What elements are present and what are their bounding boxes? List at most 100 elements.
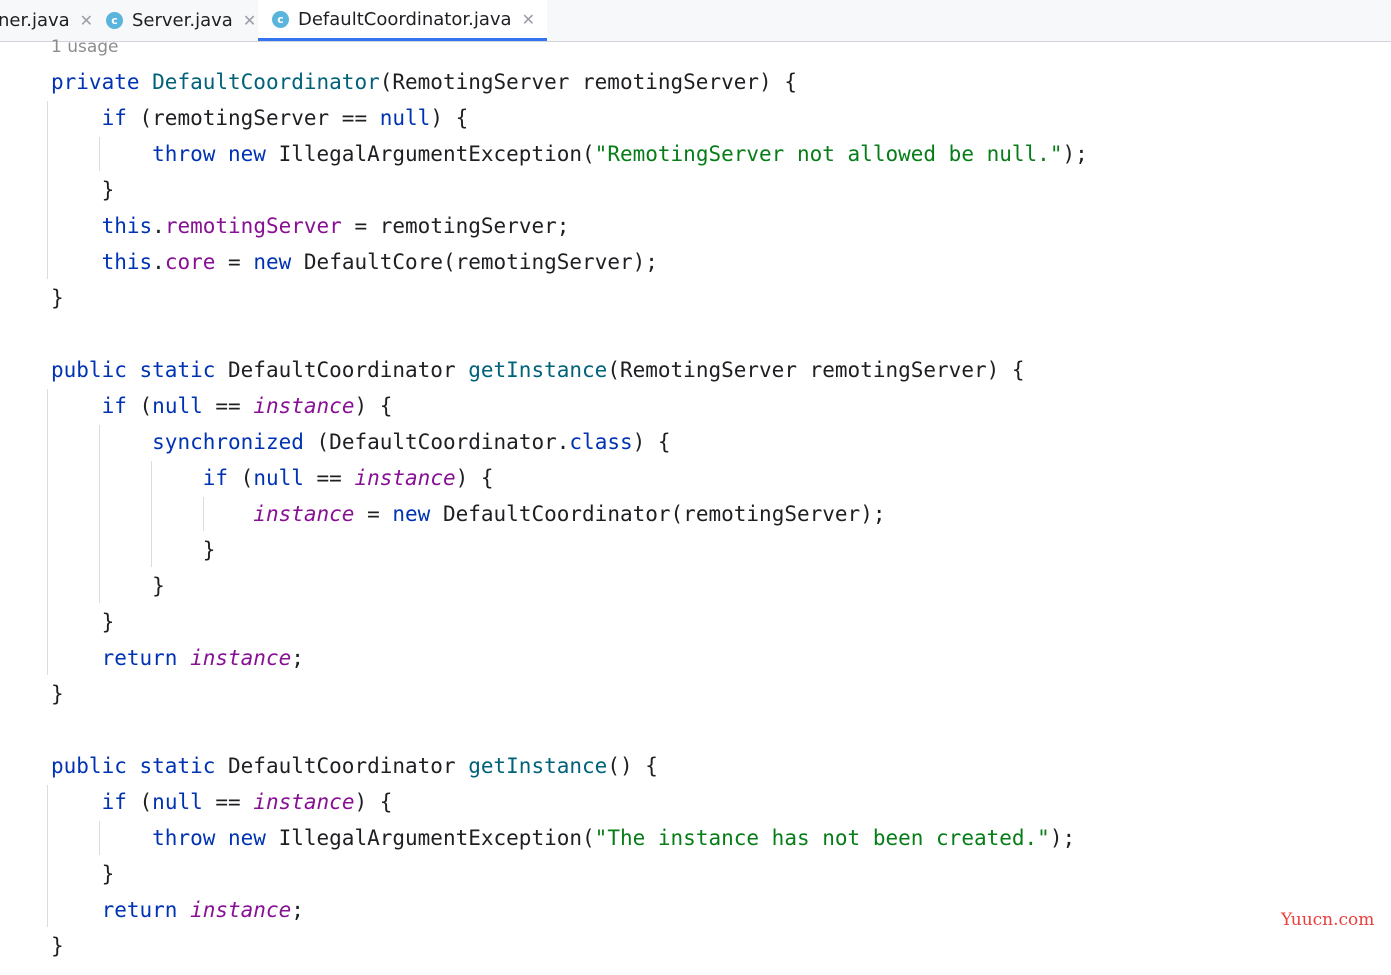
code-token: DefaultCoordinator(remotingServer); — [442, 502, 886, 526]
code-token: instance — [253, 790, 355, 814]
code-token: private — [51, 70, 153, 94]
code-token: ) { — [354, 790, 393, 814]
class-c-icon: c — [272, 10, 289, 28]
code-token: ) { — [430, 106, 469, 130]
code-line[interactable]: } — [51, 604, 115, 640]
code-line[interactable]: if (null == instance) { — [51, 388, 393, 424]
close-icon[interactable]: ✕ — [522, 10, 535, 29]
close-icon[interactable]: ✕ — [243, 11, 256, 30]
code-line[interactable]: return instance; — [51, 640, 304, 676]
code-token: DefaultCoordinator — [152, 70, 380, 94]
indent-guide — [47, 101, 48, 279]
code-line[interactable]: } — [51, 676, 64, 712]
code-token: . — [152, 214, 165, 238]
code-line[interactable]: } — [51, 928, 64, 964]
code-token: core — [164, 250, 216, 274]
code-token: ); — [1049, 826, 1076, 850]
code-token: null — [379, 106, 431, 130]
code-line[interactable]: this.core = new DefaultCore(remotingServ… — [51, 244, 658, 280]
tab-defaultcoordinator-java[interactable]: c DefaultCoordinator.java ✕ — [258, 0, 547, 41]
editor-tab-bar: ner.java ✕ c Server.java ✕ c DefaultCoor… — [0, 0, 1391, 42]
code-token: ) { — [354, 394, 393, 418]
code-line[interactable]: instance = new DefaultCoordinator(remoti… — [51, 496, 885, 532]
code-token: new — [253, 250, 304, 274]
code-token: if — [101, 790, 140, 814]
code-line[interactable]: synchronized (DefaultCoordinator.class) … — [51, 424, 671, 460]
code-token: } — [51, 934, 64, 958]
tab-label: ner.java — [0, 10, 70, 31]
code-token: ( — [240, 466, 254, 490]
class-c-icon: c — [106, 12, 123, 29]
code-token: throw new — [152, 826, 279, 850]
code-token: getInstance — [468, 358, 608, 382]
code-line[interactable]: throw new IllegalArgumentException("The … — [51, 820, 1075, 856]
code-token: ( — [139, 394, 153, 418]
code-token: } — [51, 610, 115, 634]
code-line[interactable]: if (remotingServer == null) { — [51, 100, 469, 136]
code-line[interactable]: if (null == instance) { — [51, 460, 494, 496]
code-token: DefaultCoordinator — [228, 358, 469, 382]
tab-label: Server.java — [132, 10, 233, 31]
code-token: (remotingServer == — [139, 106, 380, 130]
code-token: "RemotingServer not allowed be null." — [594, 142, 1063, 166]
code-token: return — [101, 646, 191, 670]
code-token: } — [51, 574, 165, 598]
code-line[interactable]: private DefaultCoordinator(RemotingServe… — [51, 64, 797, 100]
code-token: null — [152, 394, 203, 418]
code-token: class — [569, 430, 633, 454]
code-line[interactable]: if (null == instance) { — [51, 784, 393, 820]
code-token: instance — [253, 502, 355, 526]
code-token: remotingServer — [164, 214, 342, 238]
code-editor[interactable]: 1 usage private DefaultCoordinator(Remot… — [0, 37, 1391, 975]
code-token: } — [51, 862, 115, 886]
code-token: . — [152, 250, 165, 274]
tab-server-java[interactable]: c Server.java ✕ — [106, 0, 266, 41]
code-token: } — [51, 682, 64, 706]
code-token: null — [152, 790, 203, 814]
code-line[interactable]: return instance; — [51, 892, 304, 928]
code-token: getInstance — [468, 754, 608, 778]
code-token: DefaultCore(remotingServer); — [303, 250, 658, 274]
code-line[interactable]: this.remotingServer = remotingServer; — [51, 208, 570, 244]
code-line[interactable]: } — [51, 280, 64, 316]
code-line[interactable]: } — [51, 532, 216, 568]
code-token: instance — [354, 466, 456, 490]
code-line[interactable]: } — [51, 172, 115, 208]
close-icon[interactable]: ✕ — [80, 11, 93, 30]
code-token: ( — [139, 790, 153, 814]
code-token: (RemotingServer remotingServer) { — [607, 358, 1025, 382]
code-line[interactable]: throw new IllegalArgumentException("Remo… — [51, 136, 1088, 172]
code-token: new — [392, 502, 443, 526]
code-token: } — [51, 178, 115, 202]
code-token: ; — [291, 646, 304, 670]
code-token: == — [202, 790, 254, 814]
code-token: ) { — [632, 430, 671, 454]
code-line[interactable]: public static DefaultCoordinator getInst… — [51, 352, 1025, 388]
code-token: = remotingServer; — [341, 214, 570, 238]
code-token: instance — [190, 646, 292, 670]
tab-ner-java[interactable]: ner.java ✕ — [0, 0, 103, 41]
code-line[interactable]: } — [51, 568, 165, 604]
code-token: ; — [291, 898, 304, 922]
code-token: this — [101, 214, 153, 238]
code-token: ); — [1062, 142, 1088, 166]
code-token: } — [51, 538, 216, 562]
code-line[interactable]: public static DefaultCoordinator getInst… — [51, 748, 658, 784]
code-line[interactable]: } — [51, 856, 115, 892]
code-token: (RemotingServer remotingServer) { — [379, 70, 797, 94]
code-token: return — [101, 898, 191, 922]
code-token: (DefaultCoordinator. — [316, 430, 570, 454]
code-token: this — [101, 250, 153, 274]
code-token: if — [101, 106, 140, 130]
code-token: DefaultCoordinator — [228, 754, 469, 778]
usage-hint[interactable]: 1 usage — [51, 37, 119, 57]
